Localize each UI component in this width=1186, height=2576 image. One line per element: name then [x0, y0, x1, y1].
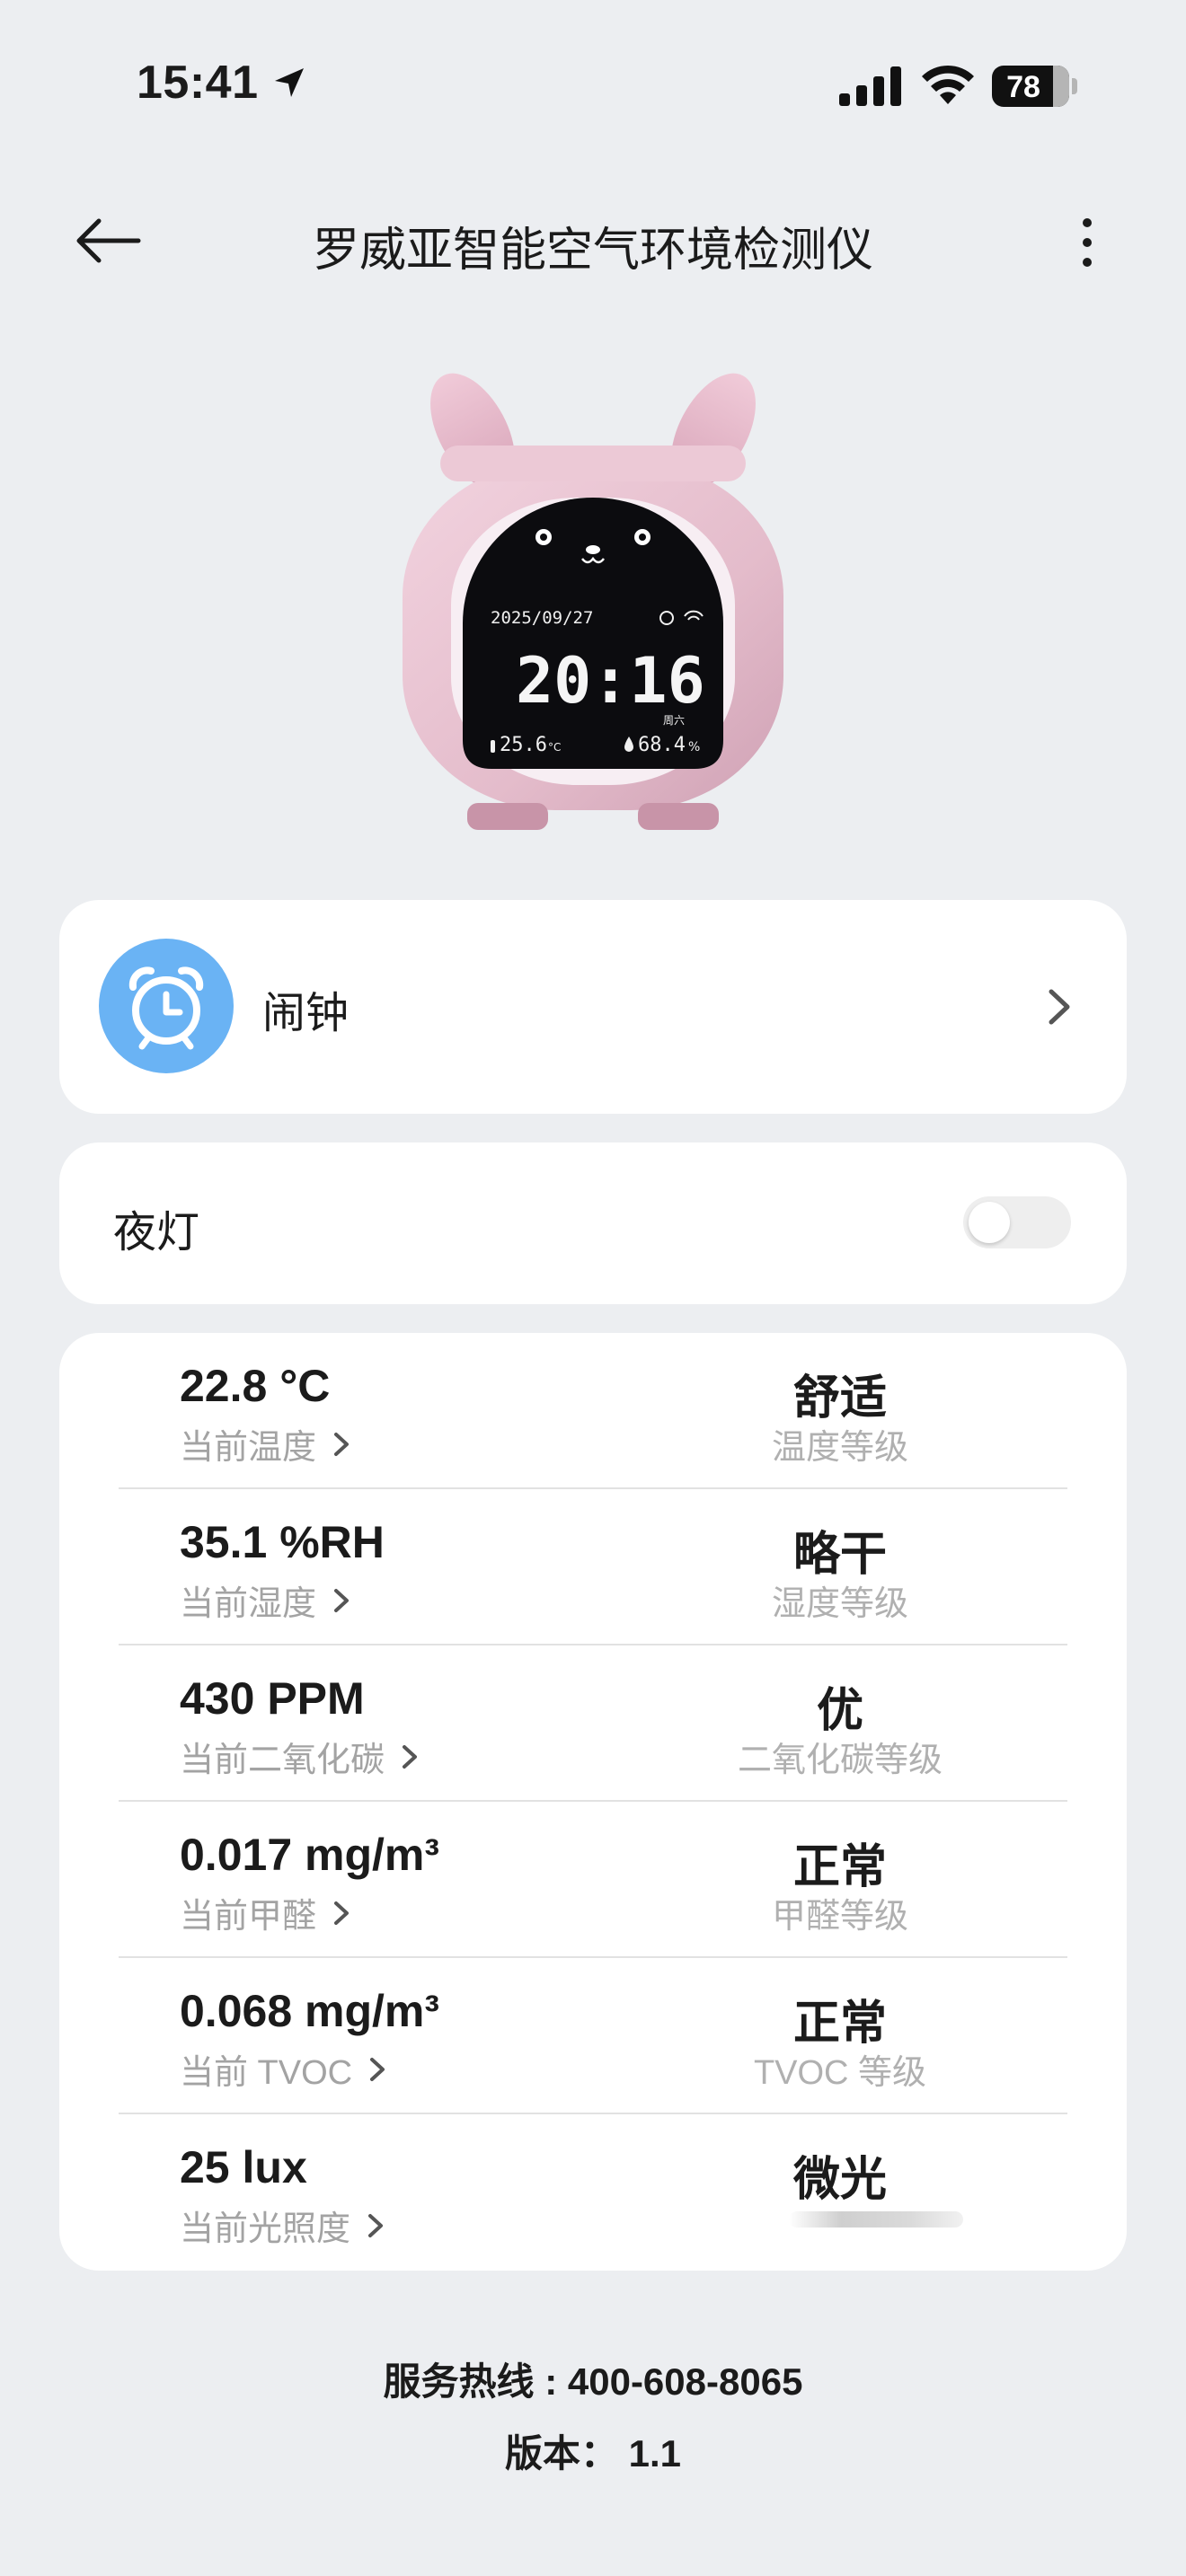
metric-label: 当前 TVOC: [180, 2044, 386, 2094]
chevron-right-icon: [368, 2213, 384, 2237]
metric-level: 正常: [792, 1841, 887, 1893]
chevron-right-icon: [334, 1432, 350, 1456]
device-humidity-unit: %: [688, 740, 700, 754]
metric-row-temperature[interactable]: 22.8 °C 当前温度 舒适 温度等级: [119, 1333, 1067, 1489]
chevron-right-icon: [334, 1901, 350, 1925]
chevron-right-icon: [370, 2057, 385, 2081]
cellular-signal-icon: [839, 66, 901, 106]
battery-indicator: 78: [992, 66, 1078, 107]
alarm-icon-badge: [99, 939, 234, 1073]
device-weekday: 周六: [663, 714, 685, 727]
metric-level-label: 甲醛等级: [771, 1898, 908, 1936]
metric-label: 当前二氧化碳: [180, 1732, 419, 1781]
chevron-right-icon: [403, 1744, 418, 1769]
metrics-card: 22.8 °C 当前温度 舒适 温度等级 35.1 %RH 当前湿度 略干 湿度…: [59, 1333, 1127, 2271]
service-hotline: 服务热线 : 400-608-8065: [383, 2360, 803, 2403]
toggle-knob: [969, 1202, 1010, 1243]
metric-label: 当前光照度: [180, 2201, 385, 2250]
metric-level-label-placeholder: [789, 2211, 963, 2228]
alarm-card[interactable]: 闹钟: [59, 900, 1127, 1114]
metric-level: 正常: [792, 1998, 887, 2050]
status-bar: 15:41 78: [0, 0, 1186, 171]
metric-row-humidity[interactable]: 35.1 %RH 当前湿度 略干 湿度等级: [119, 1489, 1067, 1645]
metric-level: 优: [816, 1685, 863, 1737]
metric-label: 当前温度: [180, 1419, 350, 1469]
device-temperature: 25.6: [500, 734, 547, 756]
metric-level-label: 二氧化碳等级: [737, 1742, 943, 1779]
battery-percent: 78: [1006, 70, 1040, 104]
metric-value: 25 lux: [180, 2142, 307, 2192]
metric-level: 舒适: [792, 1372, 887, 1425]
metric-level-label: TVOC 等级: [753, 2054, 927, 2092]
status-time: 15:41: [137, 57, 259, 109]
metric-row-co2[interactable]: 430 PPM 当前二氧化碳 优 二氧化碳等级: [119, 1645, 1067, 1802]
night-light-label: 夜灯: [113, 1209, 200, 1257]
device-temp-unit: °C: [548, 741, 561, 754]
device-humidity: 68.4: [638, 734, 686, 756]
chevron-right-icon: [1049, 989, 1070, 1025]
more-options-icon[interactable]: [1069, 216, 1105, 269]
metric-row-formaldehyde[interactable]: 0.017 mg/m³ 当前甲醛 正常 甲醛等级: [119, 1802, 1067, 1958]
metric-level-label: 湿度等级: [771, 1585, 908, 1623]
app-version: 版本： 1.1: [504, 2432, 682, 2475]
wifi-icon: [922, 65, 974, 104]
device-image: 2025/09/27 20:16 周六 25.6 °C 68.4 %: [403, 373, 783, 830]
device-clock: 20:16: [516, 644, 705, 718]
metric-label: 当前湿度: [180, 1575, 350, 1625]
night-light-toggle[interactable]: [963, 1196, 1071, 1248]
metric-level: 略干: [792, 1529, 887, 1581]
metric-value: 430 PPM: [180, 1673, 365, 1724]
chevron-right-icon: [334, 1588, 350, 1612]
device-thermometer-icon: [491, 740, 495, 753]
night-light-card: 夜灯: [59, 1142, 1127, 1304]
metric-row-tvoc[interactable]: 0.068 mg/m³ 当前 TVOC 正常 TVOC 等级: [119, 1958, 1067, 2114]
metric-value: 35.1 %RH: [180, 1517, 385, 1567]
device-date: 2025/09/27: [491, 608, 593, 628]
location-arrow-icon: [275, 68, 304, 97]
metric-label: 当前甲醛: [180, 1888, 350, 1937]
metric-value: 0.068 mg/m³: [180, 1986, 440, 2036]
metric-level: 微光: [792, 2154, 887, 2206]
metric-value: 22.8 °C: [180, 1361, 331, 1411]
metric-row-light[interactable]: 25 lux 当前光照度 微光: [119, 2114, 1067, 2271]
alarm-clock-icon: [128, 966, 204, 1050]
metric-value: 0.017 mg/m³: [180, 1830, 440, 1880]
alarm-label: 闹钟: [262, 990, 350, 1037]
metric-level-label: 温度等级: [771, 1429, 908, 1467]
page-title: 罗威亚智能空气环境检测仪: [312, 225, 873, 277]
